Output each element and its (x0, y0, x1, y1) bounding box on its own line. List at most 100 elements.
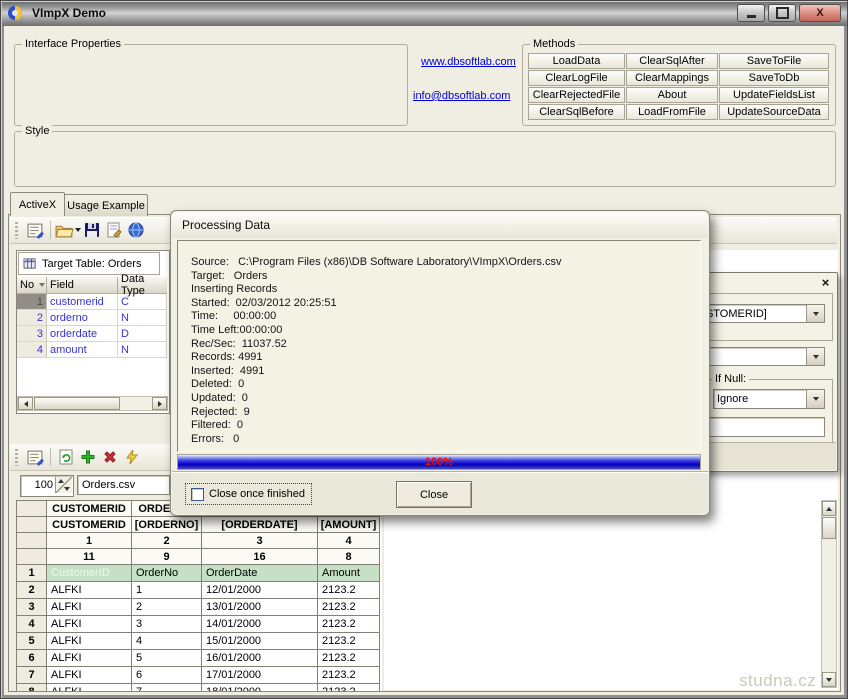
toolbar-grip[interactable] (15, 222, 18, 239)
combo-drop-button[interactable] (806, 348, 824, 365)
cell[interactable]: ALFKI (47, 633, 132, 650)
globe-icon[interactable] (125, 219, 147, 241)
scroll-up-button[interactable] (822, 501, 836, 516)
cell[interactable]: 2123.2 (318, 667, 380, 684)
table-row[interactable]: 3 ALFKI 2 13/01/2000 2123.2 (17, 599, 382, 616)
minimize-button[interactable] (737, 4, 765, 22)
combo-drop-button[interactable] (806, 390, 824, 408)
delete-icon[interactable] (99, 446, 121, 468)
table-row[interactable]: 8 ALFKI 7 18/01/2000 2123.2 (17, 684, 382, 691)
horizontal-scrollbar[interactable] (17, 396, 168, 411)
column-header-no[interactable]: No (17, 277, 47, 294)
cell[interactable]: 16/01/2000 (202, 650, 318, 667)
email-link[interactable]: info@dbsoftlab.com (413, 90, 510, 102)
save-icon[interactable] (81, 219, 103, 241)
refresh-icon[interactable] (55, 446, 77, 468)
cell[interactable]: Amount (318, 565, 380, 582)
table-row[interactable]: 7 ALFKI 6 17/01/2000 2123.2 (17, 667, 382, 684)
update-source-data-button[interactable]: UpdateSourceData (719, 104, 829, 120)
cell[interactable]: 2123.2 (318, 650, 380, 667)
cell[interactable]: ALFKI (47, 599, 132, 616)
cell[interactable]: CustomerID (47, 565, 132, 582)
cell[interactable]: 5 (132, 650, 202, 667)
column-header-field[interactable]: Field (47, 277, 118, 294)
data-type-cell[interactable]: N (118, 342, 167, 358)
cell[interactable]: 13/01/2000 (202, 599, 318, 616)
cell[interactable]: 14/01/2000 (202, 616, 318, 633)
cell[interactable]: 12/01/2000 (202, 582, 318, 599)
field-row[interactable]: 1 customerid C (17, 294, 169, 310)
close-once-finished-checkbox[interactable]: Close once finished (185, 483, 312, 505)
cell[interactable]: OrderDate (202, 565, 318, 582)
clear-mappings-button[interactable]: ClearMappings (626, 70, 718, 86)
load-from-file-button[interactable]: LoadFromFile (626, 104, 718, 120)
edit-icon[interactable] (103, 219, 125, 241)
update-fields-list-button[interactable]: UpdateFieldsList (719, 87, 829, 103)
cell[interactable]: 18/01/2000 (202, 684, 318, 691)
scrollbar-thumb[interactable] (822, 517, 836, 539)
add-icon[interactable] (77, 446, 99, 468)
tab-usage-example[interactable]: Usage Example (64, 194, 148, 216)
cell[interactable]: 15/01/2000 (202, 633, 318, 650)
cell[interactable]: 1 (132, 582, 202, 599)
field-row[interactable]: 4 amount N (17, 342, 169, 358)
toolbar-grip[interactable] (15, 449, 18, 466)
table-row[interactable]: 4 ALFKI 3 14/01/2000 2123.2 (17, 616, 382, 633)
data-type-cell[interactable]: C (118, 294, 167, 310)
scroll-right-button[interactable] (152, 397, 167, 410)
data-type-cell[interactable]: N (118, 310, 167, 326)
properties-icon[interactable] (24, 219, 46, 241)
combo-drop-button[interactable] (806, 305, 824, 322)
cell[interactable]: ALFKI (47, 616, 132, 633)
open-folder-icon[interactable] (55, 219, 81, 241)
row-count-stepper[interactable]: 100 (20, 475, 74, 497)
vertical-scrollbar[interactable] (821, 500, 837, 688)
cell[interactable]: 2123.2 (318, 616, 380, 633)
scroll-down-button[interactable] (822, 672, 836, 687)
field-name-cell[interactable]: orderdate (47, 326, 118, 342)
field-name-cell[interactable]: orderno (47, 310, 118, 326)
cell[interactable]: 2123.2 (318, 582, 380, 599)
table-row[interactable]: 2 ALFKI 1 12/01/2000 2123.2 (17, 582, 382, 599)
clear-sql-before-button[interactable]: ClearSqlBefore (528, 104, 625, 120)
scrollbar-thumb[interactable] (34, 397, 120, 410)
table-row[interactable]: 1 CustomerID OrderNo OrderDate Amount (17, 565, 382, 582)
load-data-button[interactable]: LoadData (528, 53, 625, 69)
popup-close-icon[interactable]: × (819, 276, 832, 289)
cell[interactable]: OrderNo (132, 565, 202, 582)
maximize-button[interactable] (768, 4, 796, 22)
cell[interactable]: 4 (132, 633, 202, 650)
source-file-field[interactable]: Orders.csv (77, 475, 170, 495)
cell[interactable]: ALFKI (47, 582, 132, 599)
clear-sql-after-button[interactable]: ClearSqlAfter (626, 53, 718, 69)
lightning-icon[interactable] (121, 446, 143, 468)
cell[interactable]: 2123.2 (318, 684, 380, 691)
properties-icon[interactable] (24, 446, 46, 468)
field-row[interactable]: 3 orderdate D (17, 326, 169, 342)
cell[interactable]: 2 (132, 599, 202, 616)
save-to-db-button[interactable]: SaveToDb (719, 70, 829, 86)
cell[interactable]: 7 (132, 684, 202, 691)
cell[interactable]: 2123.2 (318, 633, 380, 650)
cell[interactable]: 6 (132, 667, 202, 684)
website-link[interactable]: www.dbsoftlab.com (421, 56, 516, 68)
about-button[interactable]: About (626, 87, 718, 103)
cell[interactable]: ALFKI (47, 684, 132, 691)
cell[interactable]: 17/01/2000 (202, 667, 318, 684)
field-name-cell[interactable]: amount (47, 342, 118, 358)
target-table-tab[interactable]: Target Table: Orders (18, 252, 160, 275)
clear-rejected-file-button[interactable]: ClearRejectedFile (528, 87, 625, 103)
field-name-cell[interactable]: customerid (47, 294, 118, 310)
if-null-combo[interactable]: Ignore (713, 389, 825, 409)
clear-log-file-button[interactable]: ClearLogFile (528, 70, 625, 86)
dialog-close-button[interactable]: Close (396, 481, 472, 508)
table-row[interactable]: 6 ALFKI 5 16/01/2000 2123.2 (17, 650, 382, 667)
field-row[interactable]: 2 orderno N (17, 310, 169, 326)
cell[interactable]: 3 (132, 616, 202, 633)
scroll-left-button[interactable] (18, 397, 33, 410)
data-type-cell[interactable]: D (118, 326, 167, 342)
cell[interactable]: ALFKI (47, 667, 132, 684)
table-row[interactable]: 5 ALFKI 4 15/01/2000 2123.2 (17, 633, 382, 650)
column-header-data-type[interactable]: Data Type (118, 277, 167, 294)
cell[interactable]: 2123.2 (318, 599, 380, 616)
